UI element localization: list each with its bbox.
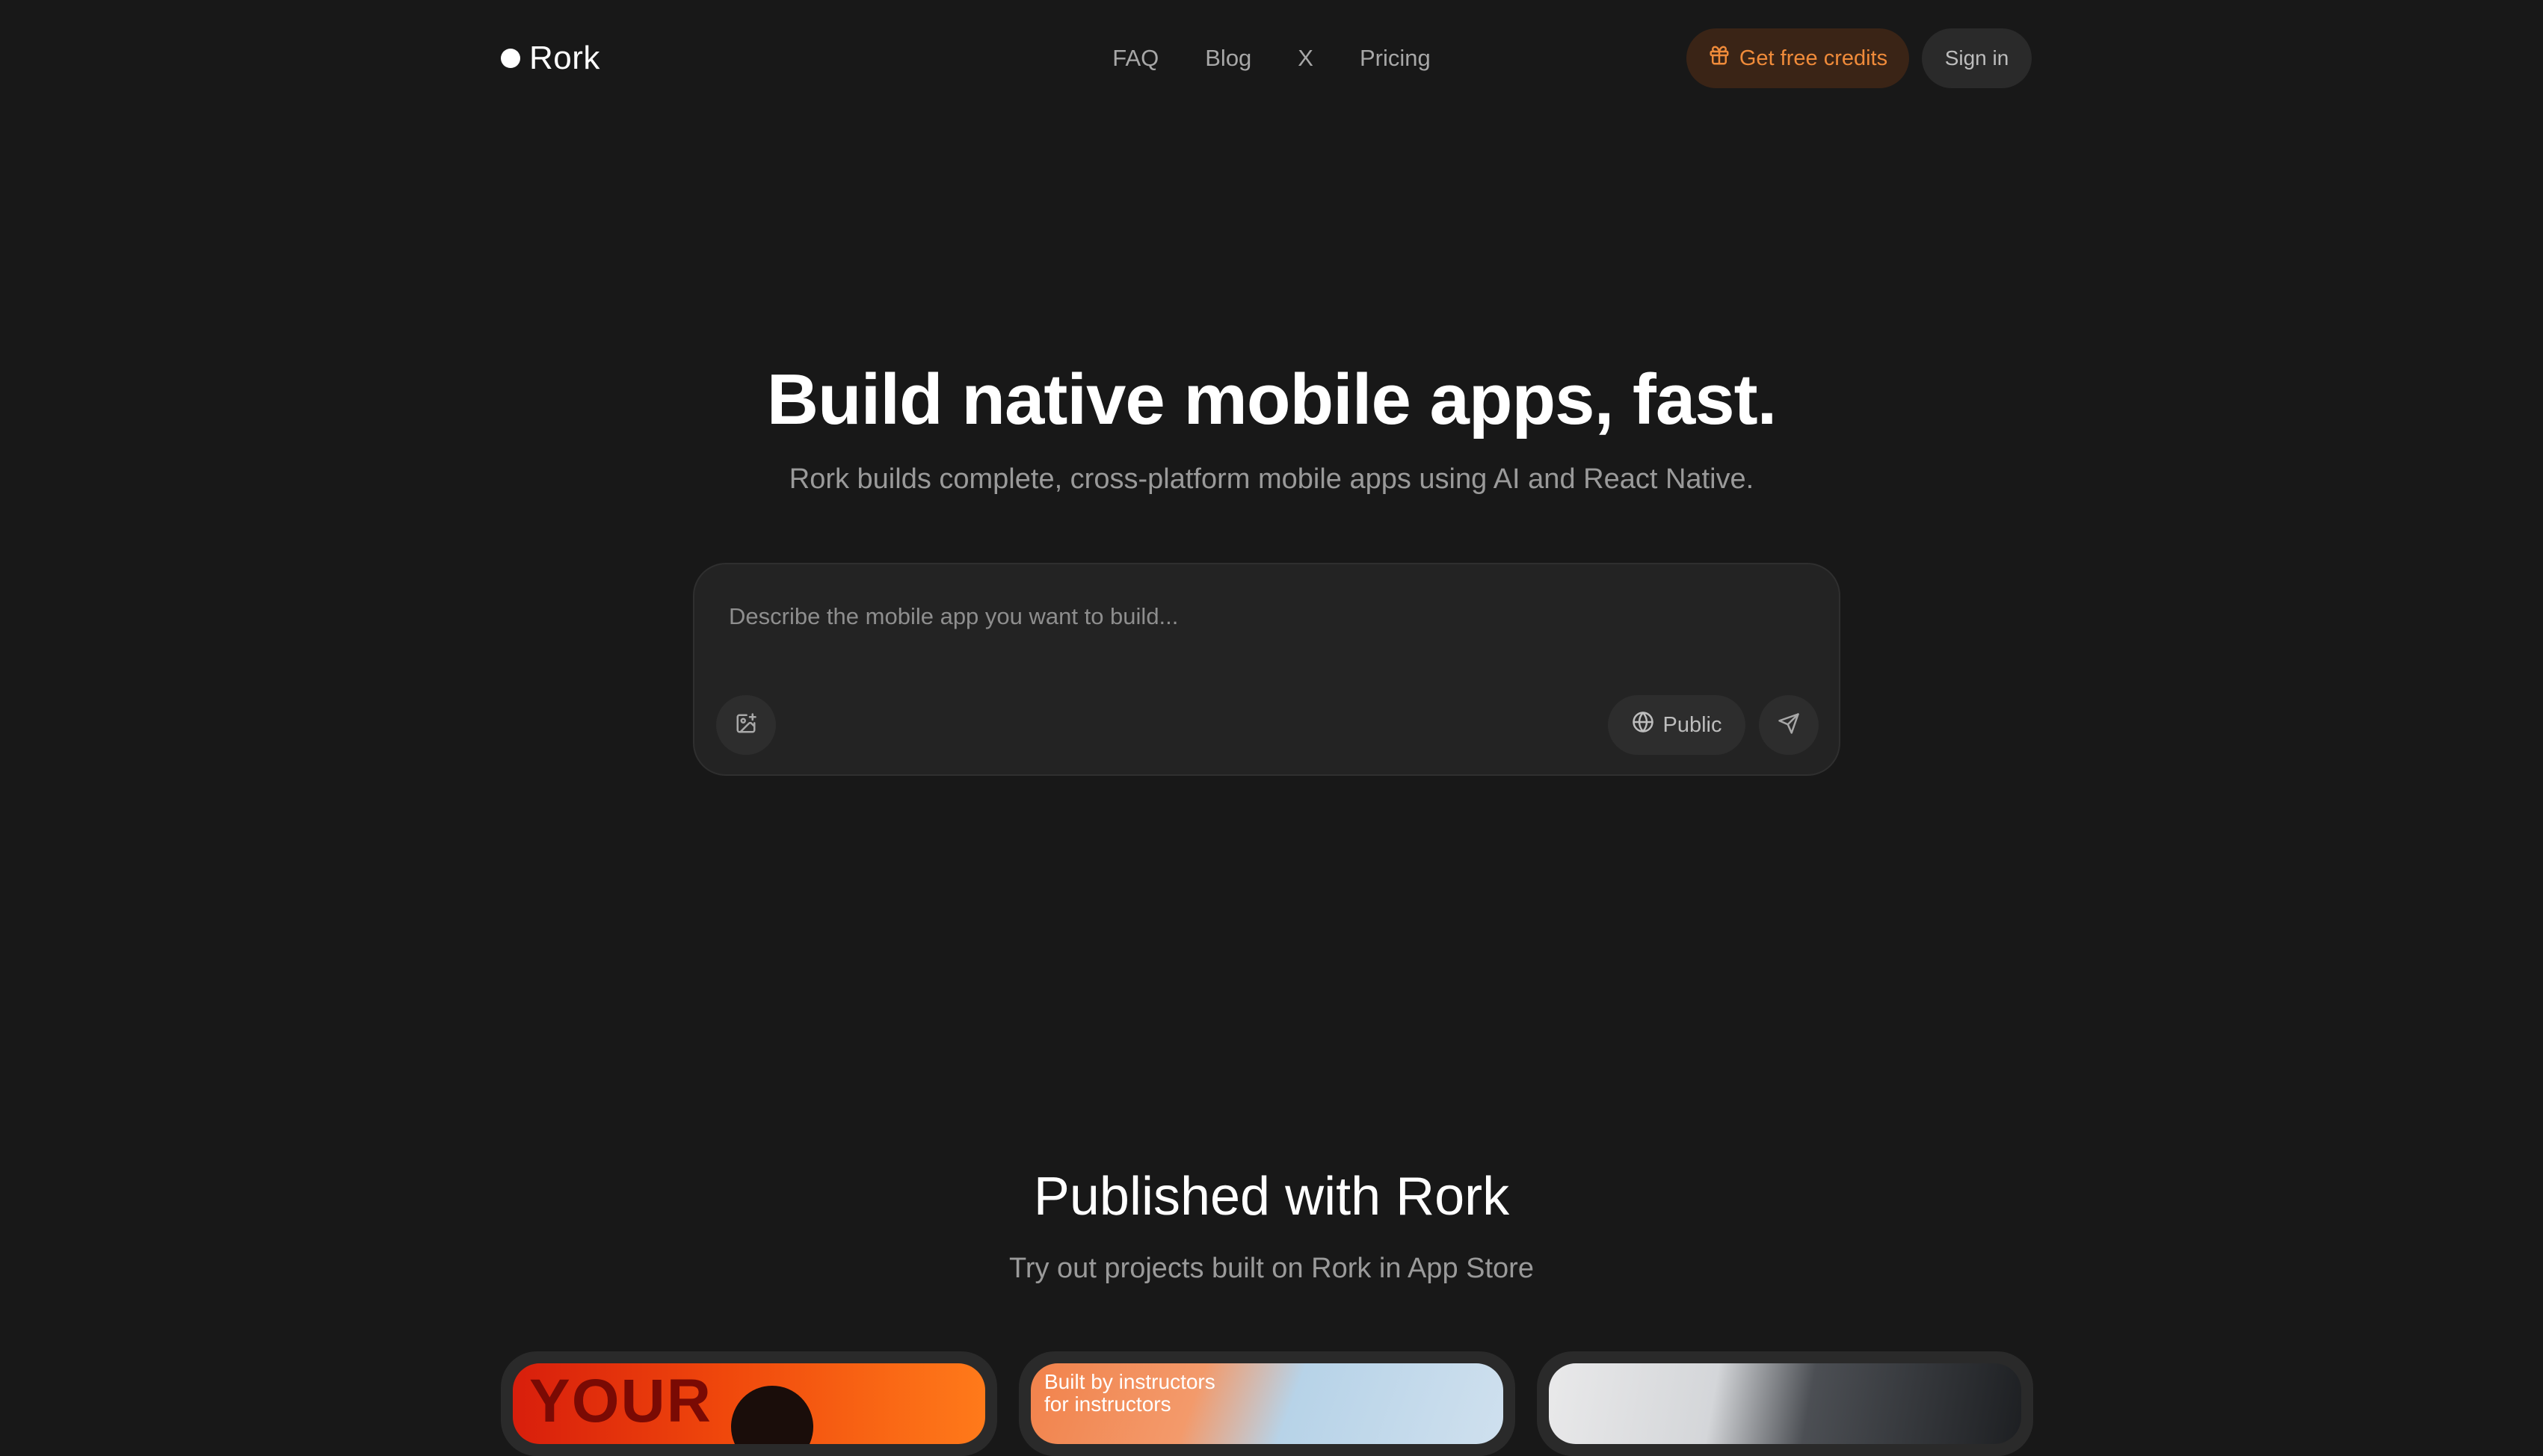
send-icon (1778, 712, 1800, 738)
visibility-toggle-button[interactable]: Public (1608, 695, 1745, 755)
nav-link-blog[interactable]: Blog (1205, 45, 1251, 72)
project-card-image (1549, 1363, 2021, 1444)
logo-dot-icon (501, 49, 520, 68)
get-free-credits-button[interactable]: Get free credits (1686, 28, 1909, 88)
brand-logo[interactable]: Rork (501, 37, 600, 79)
project-card[interactable]: YOUR (501, 1351, 997, 1456)
get-free-credits-label: Get free credits (1739, 46, 1888, 70)
project-card-text: Built by instructors for instructors (1044, 1370, 1215, 1416)
brand-name: Rork (529, 40, 600, 76)
image-add-icon (735, 712, 757, 738)
project-card-figure (731, 1386, 813, 1444)
app-description-input[interactable] (727, 602, 1777, 664)
nav-link-pricing[interactable]: Pricing (1360, 45, 1431, 72)
project-card-text: YOUR (529, 1367, 712, 1435)
project-card-image: Built by instructors for instructors (1031, 1363, 1503, 1444)
gift-icon (1708, 44, 1730, 73)
hero-subtitle: Rork builds complete, cross-platform mob… (789, 463, 1754, 495)
send-button[interactable] (1759, 695, 1819, 755)
published-section-subtitle: Try out projects built on Rork in App St… (1009, 1253, 1534, 1284)
project-card[interactable] (1537, 1351, 2033, 1456)
prompt-box: Public (693, 563, 1840, 776)
nav-link-faq[interactable]: FAQ (1112, 45, 1159, 72)
attach-image-button[interactable] (716, 695, 776, 755)
globe-icon (1632, 711, 1654, 739)
hero-title: Build native mobile apps, fast. (766, 360, 1778, 439)
visibility-label: Public (1662, 712, 1722, 737)
project-card[interactable]: Built by instructors for instructors (1019, 1351, 1515, 1456)
sign-in-button[interactable]: Sign in (1922, 28, 2032, 88)
project-card-image: YOUR (513, 1363, 985, 1444)
nav-link-x[interactable]: X (1298, 45, 1313, 72)
published-section-title: Published with Rork (1033, 1167, 1510, 1227)
top-nav: FAQ Blog X Pricing (0, 37, 2543, 79)
sign-in-label: Sign in (1944, 46, 2009, 70)
